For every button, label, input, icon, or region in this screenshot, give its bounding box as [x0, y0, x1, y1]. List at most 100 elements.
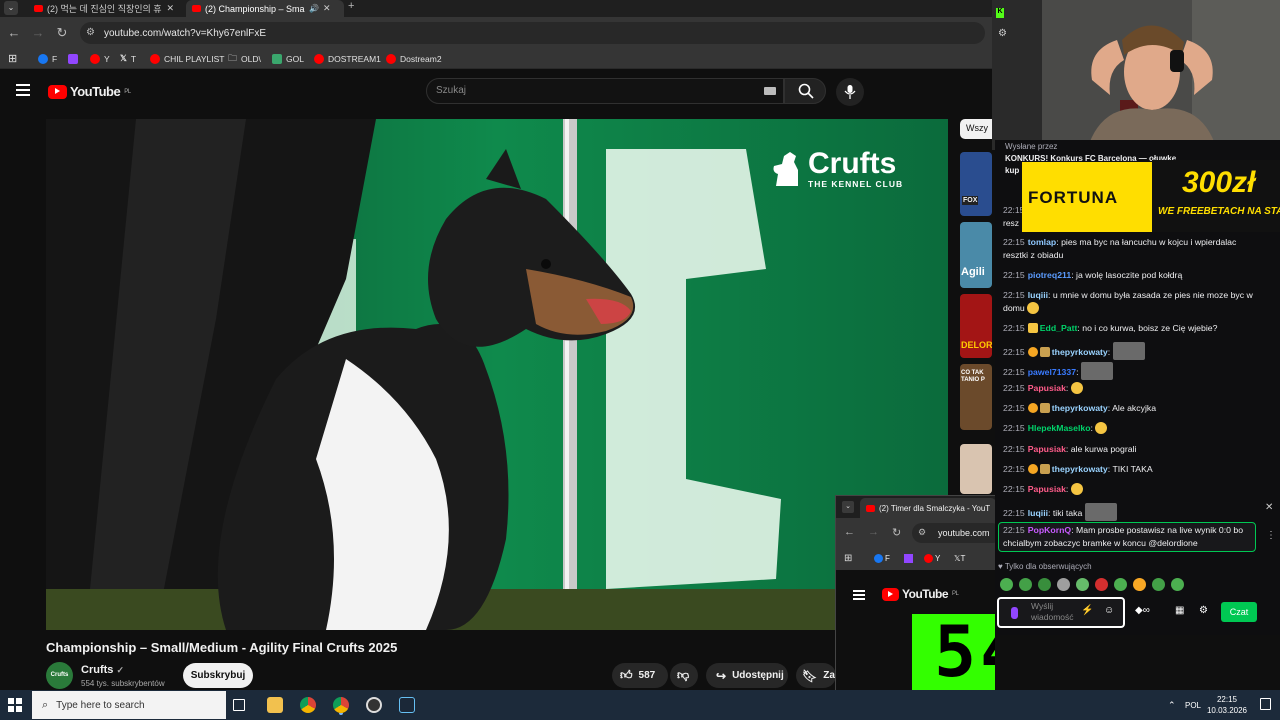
store-icon[interactable]: ▦: [1175, 605, 1184, 616]
clock[interactable]: 22:15 10.03.2026: [1206, 694, 1248, 716]
subscribe-button[interactable]: Subskrybuj: [183, 663, 253, 688]
bookmark-dostream2[interactable]: Dostream2: [386, 52, 442, 65]
message-user[interactable]: Edd_Patt: [1040, 323, 1078, 333]
search-box[interactable]: [426, 78, 784, 104]
quick-emote-icon[interactable]: [1152, 578, 1165, 591]
recommended-thumbnail[interactable]: CO TAK TANIO P: [960, 364, 992, 430]
chat-send-button[interactable]: Czat: [1221, 602, 1257, 622]
chrome-active-icon[interactable]: [333, 697, 349, 713]
video-player[interactable]: Crufts THE KENNEL CLUB: [46, 119, 948, 630]
site-info-icon[interactable]: ⚙: [86, 27, 95, 38]
file-explorer-icon[interactable]: [267, 697, 283, 713]
quick-emote-icon[interactable]: [1095, 578, 1108, 591]
tab-korean-video[interactable]: (2) 먹는 데 진심인 직장인의 휴 ✕: [28, 0, 180, 17]
message-user[interactable]: thepyrkowaty: [1052, 347, 1108, 357]
quick-emote-icon[interactable]: [1114, 578, 1127, 591]
message-user[interactable]: luqiii: [1028, 290, 1048, 300]
popup-apps-icon[interactable]: ⊞: [844, 553, 852, 564]
bookmark-twitch[interactable]: [68, 52, 78, 65]
quick-emote-icon[interactable]: [1057, 578, 1070, 591]
bookmark-chil-playlist[interactable]: CHIL PLAYLIST: [150, 52, 224, 65]
popup-address-bar[interactable]: ⚙ youtube.com: [912, 523, 995, 543]
popup-reload-icon[interactable]: ↻: [892, 526, 901, 539]
search-input[interactable]: Szukaj: [436, 85, 466, 96]
message-user[interactable]: tomlap: [1028, 237, 1056, 247]
new-tab-button[interactable]: +: [348, 0, 354, 12]
message-user[interactable]: piotreq211: [1028, 270, 1071, 280]
language-indicator[interactable]: POL: [1185, 701, 1201, 710]
message-user[interactable]: thepyrkowaty: [1052, 464, 1108, 474]
message-user[interactable]: thepyrkowaty: [1052, 403, 1108, 413]
recommended-thumbnail[interactable]: Agili: [960, 222, 992, 288]
search-button[interactable]: [784, 78, 826, 104]
popup-bookmark-f[interactable]: F: [874, 554, 890, 563]
recommended-thumbnail[interactable]: FOX: [960, 152, 992, 216]
task-view-icon[interactable]: [233, 699, 245, 711]
audio-icon[interactable]: 🔊: [309, 4, 319, 13]
bookmark-old[interactable]: 🗀 OLD\: [228, 52, 261, 65]
start-button[interactable]: [8, 698, 22, 712]
notification-icon[interactable]: [1260, 698, 1271, 710]
bookmark-f[interactable]: F: [38, 52, 57, 65]
popup-bookmark-twitch[interactable]: [904, 554, 913, 563]
obs-icon[interactable]: [366, 697, 382, 713]
bookmark-y[interactable]: Y: [90, 52, 110, 65]
message-user[interactable]: Papusiak: [1028, 444, 1066, 454]
chat-settings-icon[interactable]: ⚙: [998, 28, 1007, 39]
more-options-icon[interactable]: ⋮: [1266, 530, 1276, 541]
quick-emote-icon[interactable]: [1038, 578, 1051, 591]
bookmark-dostream1[interactable]: DOSTREAM1: [314, 52, 381, 65]
popup-menu-icon[interactable]: [853, 590, 865, 600]
apps-icon[interactable]: ⊞: [8, 52, 17, 65]
back-icon[interactable]: ←: [6, 25, 22, 41]
bits-icon[interactable]: ◆∞: [1135, 605, 1150, 616]
chat-input[interactable]: Wyślij wiadomość ⚡ ☺: [997, 597, 1125, 628]
bookmark-gol[interactable]: GOL: [272, 52, 304, 65]
chrome-icon[interactable]: [300, 697, 316, 713]
message-user[interactable]: luqiii: [1028, 508, 1048, 518]
chat-settings-gear-icon[interactable]: ⚙: [1199, 605, 1208, 616]
close-tab-icon[interactable]: ✕: [166, 3, 174, 14]
timer-popup-window[interactable]: ⌄ (2) Timer dla Smalczyka - YouT ← → ↻ ⚙…: [835, 495, 995, 695]
voice-search-button[interactable]: [836, 78, 864, 106]
recommended-thumbnail[interactable]: DELOR: [960, 294, 992, 358]
channel-name[interactable]: Crufts ✓: [81, 664, 124, 676]
reload-icon[interactable]: ↻: [54, 25, 70, 41]
message-user[interactable]: Papusiak: [1028, 484, 1066, 494]
popup-bookmark-y[interactable]: Y: [924, 554, 940, 563]
tray-chevron-icon[interactable]: ⌃: [1168, 700, 1176, 711]
dislike-button[interactable]: 👎︎: [670, 663, 698, 688]
quick-emote-icon[interactable]: [1019, 578, 1032, 591]
youtube-logo[interactable]: YouTube PL: [48, 84, 131, 99]
tab-championship[interactable]: (2) Championship – Small/M 🔊 ✕: [186, 0, 344, 17]
filter-chip-all[interactable]: Wszy: [960, 119, 992, 139]
like-button[interactable]: 👍︎ 587: [612, 663, 668, 688]
keyboard-icon[interactable]: [764, 87, 776, 95]
magic-wand-icon[interactable]: ⚡: [1081, 605, 1093, 616]
quick-emote-icon[interactable]: [1171, 578, 1184, 591]
popup-youtube-logo[interactable]: YouTube PL: [882, 587, 959, 601]
emoji-icon[interactable]: ☺: [1104, 605, 1114, 616]
bookmark-t[interactable]: 𝕏T: [120, 52, 136, 65]
popup-forward-icon[interactable]: →: [868, 526, 879, 538]
popup-tab[interactable]: (2) Timer dla Smalczyka - YouT: [860, 498, 995, 518]
quick-emote-icon[interactable]: [1000, 578, 1013, 591]
message-user[interactable]: Papusiak: [1028, 383, 1066, 393]
channel-avatar[interactable]: Crufts: [46, 662, 73, 689]
quick-emote-icon[interactable]: [1133, 578, 1146, 591]
forward-icon[interactable]: →: [30, 25, 46, 41]
taskbar-search[interactable]: ⌕ Type here to search: [32, 691, 226, 719]
share-button[interactable]: ↪ Udostępnij: [706, 663, 788, 688]
save-button[interactable]: 🔖︎ Zap: [796, 663, 841, 688]
recommended-thumbnail[interactable]: [960, 444, 992, 494]
message-user[interactable]: HlepekMaselko: [1028, 423, 1091, 433]
tab-list-button[interactable]: ⌄: [4, 1, 18, 15]
menu-icon[interactable]: [16, 84, 30, 96]
popup-back-icon[interactable]: ←: [844, 526, 855, 538]
popup-bookmark-t[interactable]: 𝕏T: [954, 554, 965, 563]
message-user[interactable]: pawel71337: [1028, 367, 1076, 377]
close-popout-icon[interactable]: ✕: [1265, 502, 1273, 513]
steam-icon[interactable]: [399, 697, 415, 713]
quick-emote-icon[interactable]: [1076, 578, 1089, 591]
popup-tab-list-button[interactable]: ⌄: [842, 501, 854, 513]
